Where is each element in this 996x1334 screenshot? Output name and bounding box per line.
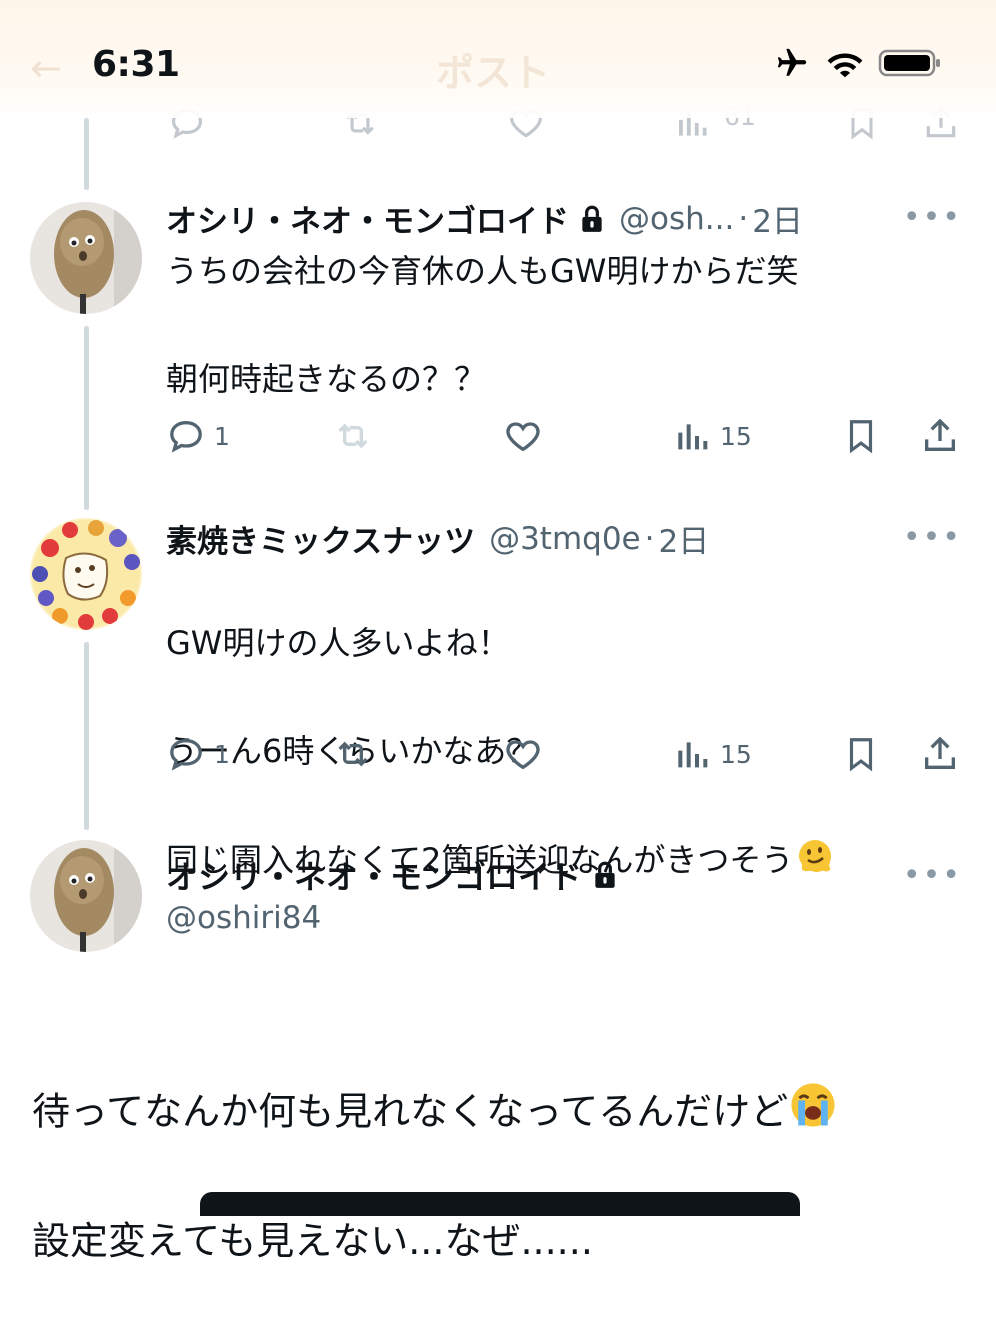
- more-options-icon[interactable]: •••: [903, 520, 962, 555]
- views-icon: [678, 424, 708, 450]
- retweet-button[interactable]: [332, 416, 374, 456]
- share-button[interactable]: [920, 416, 960, 456]
- nuts-avatar-image: [30, 518, 142, 630]
- tweet-date[interactable]: 2日: [659, 516, 710, 561]
- user-handle[interactable]: @osh...: [619, 201, 734, 237]
- views-icon: [678, 742, 708, 768]
- tweet-text-line: 待ってなんか何も見れなくなってるんだけど: [32, 1080, 838, 1148]
- melting-face-emoji: [793, 832, 837, 892]
- reply-button[interactable]: 1: [166, 416, 230, 456]
- share-icon: [925, 418, 955, 451]
- display-name[interactable]: オシリ・ネオ・モンゴロイド: [166, 852, 582, 898]
- battery-icon: [878, 49, 940, 77]
- avatar[interactable]: [30, 518, 142, 630]
- tweet-header: オシリ・ネオ・モンゴロイド @osh... · 2日: [166, 196, 803, 241]
- thread-line: [84, 118, 89, 190]
- bookmark-icon: [849, 420, 873, 454]
- back-button[interactable]: ←: [30, 46, 62, 90]
- page-title: ポスト: [436, 51, 551, 95]
- views-button[interactable]: 15: [672, 734, 752, 774]
- airplane-icon: [777, 48, 807, 76]
- main-display-name[interactable]: オシリ・ネオ・モンゴロイド: [166, 852, 618, 898]
- peanut-avatar-image: [30, 840, 142, 952]
- retweet-icon: [338, 423, 368, 449]
- bottom-bar: [200, 1192, 800, 1216]
- tweet-text-span: 待ってなんか何も見れなくなってるんだけど: [32, 1089, 789, 1134]
- status-bar: ← ポスト 6:31: [0, 0, 996, 118]
- bookmark-icon: [849, 738, 873, 772]
- share-icon: [925, 736, 955, 769]
- user-handle[interactable]: @oshiri84: [166, 900, 321, 936]
- separator: ·: [738, 200, 749, 237]
- bookmark-button[interactable]: [842, 416, 880, 456]
- bookmark-button[interactable]: [842, 734, 880, 774]
- views-button[interactable]: 15: [672, 416, 752, 456]
- tweet-text-line: GW明けの人多いよね！: [166, 624, 510, 662]
- more-options-icon[interactable]: •••: [903, 200, 962, 235]
- tweet-header: 素焼きミックスナッツ @3tmq0e · 2日: [166, 516, 709, 561]
- like-button[interactable]: [502, 734, 544, 774]
- status-icons: [772, 46, 942, 80]
- retweet-icon: [338, 741, 368, 767]
- wifi-icon: [827, 53, 863, 78]
- lock-icon: [579, 204, 605, 234]
- views-count: 15: [720, 739, 752, 769]
- tweet-date[interactable]: 2日: [752, 196, 803, 241]
- share-button[interactable]: [920, 734, 960, 774]
- lock-icon: [592, 860, 618, 890]
- retweet-button[interactable]: [332, 734, 374, 774]
- display-name[interactable]: 素焼きミックスナッツ: [166, 516, 475, 561]
- loudly-crying-face-emoji: [788, 1080, 838, 1148]
- thread-line: [84, 326, 89, 510]
- like-button[interactable]: [502, 416, 544, 456]
- tweet-actions: 1 15: [166, 734, 966, 774]
- reply-icon: [170, 420, 202, 453]
- like-icon: [506, 422, 540, 452]
- separator: ·: [644, 520, 655, 557]
- reply-count: 1: [214, 421, 230, 451]
- tweet-actions: 1 15: [166, 416, 966, 456]
- views-count: 15: [720, 421, 752, 451]
- reply-button[interactable]: 1: [166, 734, 230, 774]
- status-time: 6:31: [92, 44, 180, 85]
- display-name[interactable]: オシリ・ネオ・モンゴロイド: [166, 196, 569, 241]
- tweet-text: うちの会社の今育休の人もGW明けからだ笑 朝何時起きなるの？？: [166, 252, 799, 398]
- main-tweet-text: 待ってなんか何も見れなくなってるんだけど 設定変えても見えない...なぜ....…: [32, 1018, 838, 1334]
- avatar[interactable]: [30, 840, 142, 952]
- more-options-icon[interactable]: •••: [903, 858, 962, 893]
- user-handle[interactable]: @3tmq0e: [489, 521, 641, 557]
- tweet-text-line: 設定変えても見えない...なぜ......: [32, 1219, 593, 1263]
- like-icon: [506, 740, 540, 770]
- reply-count: 1: [214, 739, 230, 769]
- avatar[interactable]: [30, 202, 142, 314]
- peanut-avatar-image: [30, 202, 142, 314]
- reply-icon: [170, 738, 202, 771]
- thread-line: [84, 642, 89, 830]
